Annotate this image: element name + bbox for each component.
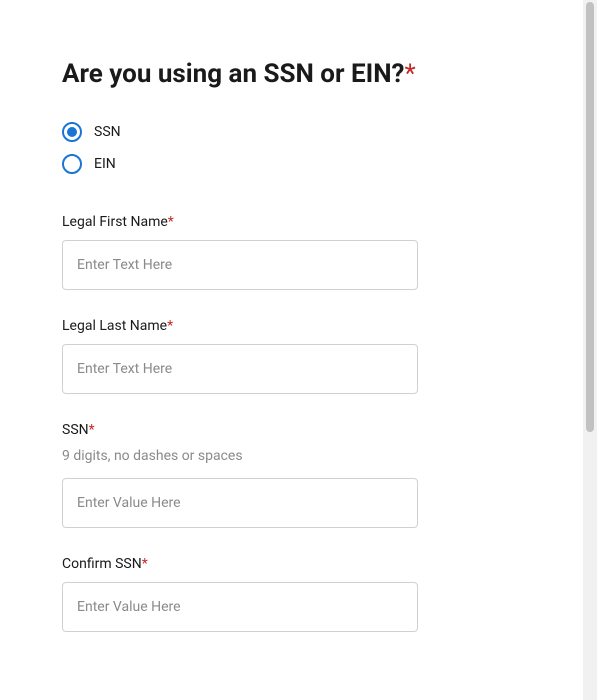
radio-circle-icon (62, 122, 82, 142)
label-required: * (168, 214, 174, 230)
field-confirm-ssn: Confirm SSN* (62, 556, 518, 632)
scrollbar-track (583, 0, 597, 700)
label-required: * (142, 556, 148, 572)
field-last-name: Legal Last Name* (62, 318, 518, 394)
first-name-label: Legal First Name* (62, 214, 518, 230)
radio-option-ssn[interactable]: SSN (62, 122, 518, 142)
last-name-label: Legal Last Name* (62, 318, 518, 334)
label-text: Confirm SSN (62, 556, 142, 572)
label-text: Legal First Name (62, 214, 168, 230)
page-heading: Are you using an SSN or EIN?* (62, 58, 518, 92)
confirm-ssn-label: Confirm SSN* (62, 556, 518, 572)
ssn-helper-text: 9 digits, no dashes or spaces (62, 448, 518, 464)
label-required: * (89, 422, 95, 438)
field-first-name: Legal First Name* (62, 214, 518, 290)
field-ssn: SSN* 9 digits, no dashes or spaces (62, 422, 518, 528)
ssn-input[interactable] (62, 478, 418, 528)
radio-circle-icon (62, 154, 82, 174)
radio-label: SSN (94, 124, 121, 140)
label-text: SSN (62, 422, 89, 438)
radio-option-ein[interactable]: EIN (62, 154, 518, 174)
first-name-input[interactable] (62, 240, 418, 290)
label-text: Legal Last Name (62, 318, 167, 334)
heading-required: * (404, 59, 415, 89)
radio-label: EIN (94, 156, 116, 172)
id-type-radio-group: SSN EIN (62, 122, 518, 174)
confirm-ssn-input[interactable] (62, 582, 418, 632)
last-name-input[interactable] (62, 344, 418, 394)
form-content: Are you using an SSN or EIN?* SSN EIN Le… (0, 0, 580, 632)
heading-text: Are you using an SSN or EIN? (62, 59, 404, 89)
ssn-label: SSN* (62, 422, 518, 438)
scrollbar-thumb[interactable] (586, 2, 594, 432)
label-required: * (167, 318, 173, 334)
